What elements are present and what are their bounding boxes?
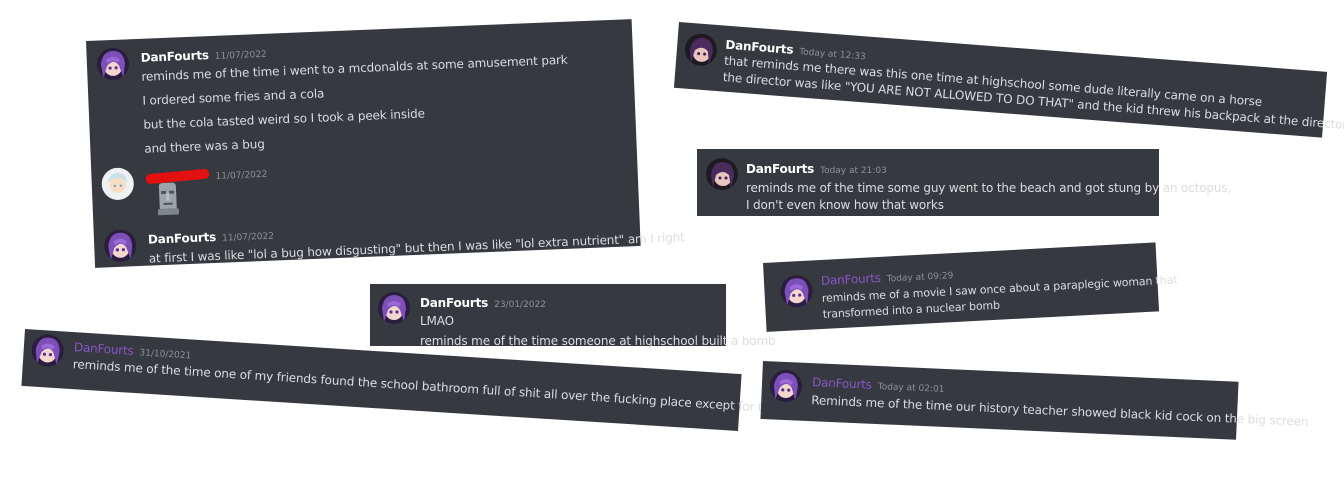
avatar-anime-girl-icon [706, 158, 738, 190]
avatar[interactable] [779, 274, 814, 309]
avatar[interactable] [30, 333, 65, 368]
avatar[interactable] [769, 369, 803, 403]
timestamp: 11/07/2022 [215, 169, 268, 182]
chat-card-2: DanFourts Today at 12:33 that reminds me … [673, 22, 1344, 138]
avatar-anime-girl-icon [103, 229, 137, 263]
avatar[interactable] [101, 167, 135, 201]
timestamp: Today at 09:29 [886, 271, 954, 285]
chat-card-7: DanFourts Today at 02:01 Reminds me of th… [760, 361, 1309, 440]
timestamp: 23/01/2022 [494, 300, 546, 310]
author-name[interactable]: DanFourts [140, 48, 209, 65]
avatar[interactable] [96, 47, 130, 81]
message-line: reminds me of the time some guy went to … [746, 181, 1232, 195]
author-name[interactable]: DanFourts [746, 162, 814, 176]
chat-card-1: DanFourts 11/07/2022 reminds me of the ti… [86, 19, 685, 268]
timestamp: Today at 21:03 [820, 166, 887, 176]
avatar[interactable] [706, 158, 738, 190]
message-line: reminds me of the time someone at highsc… [420, 334, 776, 348]
message-line: I don't even know how that works [746, 198, 944, 212]
timestamp: 11/07/2022 [221, 231, 275, 244]
author-name[interactable]: DanFourts [812, 375, 872, 392]
chat-card-4: DanFourts Today at 09:29 reminds me of a … [763, 242, 1178, 332]
timestamp: 31/10/2021 [139, 348, 192, 362]
avatar-anime-girl-icon [30, 333, 65, 368]
avatar-anime-girl-icon [378, 292, 410, 324]
avatar[interactable] [683, 32, 719, 67]
author-name[interactable]: DanFourts [821, 271, 881, 288]
timestamp: 11/07/2022 [214, 49, 267, 62]
chat-card-3: DanFourts Today at 21:03 reminds me of th… [697, 149, 1231, 216]
avatar[interactable] [103, 229, 137, 263]
avatar-anime-girl-icon [683, 32, 719, 67]
avatar-anime-girl-icon [96, 47, 130, 81]
chat-card-5: DanFourts 23/01/2022 LMAO reminds me of t… [370, 284, 776, 348]
avatar-light-icon [101, 167, 135, 201]
timestamp: Today at 02:01 [877, 382, 945, 395]
author-name[interactable]: DanFourts [148, 230, 217, 247]
avatar[interactable] [378, 292, 410, 324]
moai-emoji-icon [157, 182, 179, 216]
message-line: and there was a bug [144, 136, 265, 156]
message-line: LMAO [420, 314, 454, 328]
avatar-anime-girl-icon [779, 274, 814, 309]
author-name[interactable]: DanFourts [74, 340, 134, 358]
avatar-anime-girl-icon [769, 369, 803, 403]
author-name[interactable]: DanFourts [420, 296, 488, 310]
